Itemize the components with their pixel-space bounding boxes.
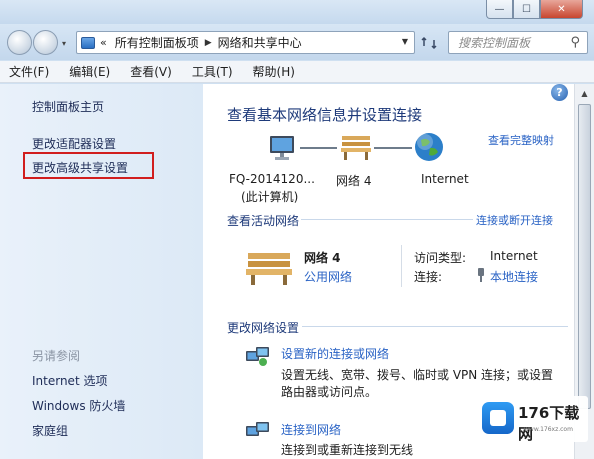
address-bar[interactable]: « 所有控制面板项 ▶ 网络和共享中心 ▼ bbox=[76, 31, 415, 54]
windows-firewall-link[interactable]: Windows 防火墙 bbox=[32, 397, 125, 414]
see-also-heading: 另请参阅 bbox=[32, 349, 81, 363]
watermark-logo-icon bbox=[482, 402, 514, 434]
maximize-button[interactable]: ☐ bbox=[513, 0, 540, 19]
active-network-divider bbox=[401, 245, 402, 287]
public-network-link[interactable]: 公用网络 bbox=[304, 268, 352, 285]
navigation-bar: ▾ « 所有控制面板项 ▶ 网络和共享中心 ▼ 搜索控制面板 ⚲ bbox=[0, 24, 594, 60]
back-button[interactable] bbox=[7, 30, 32, 55]
menu-help[interactable]: 帮助(H) bbox=[250, 61, 298, 82]
page-title: 查看基本网络信息并设置连接 bbox=[227, 106, 423, 124]
link-line-computer-network bbox=[300, 147, 337, 149]
access-type-value: Internet bbox=[490, 249, 538, 263]
homegroup-link[interactable]: 家庭组 bbox=[32, 422, 68, 439]
menu-bar: 文件(F) 编辑(E) 查看(V) 工具(T) 帮助(H) bbox=[0, 61, 594, 83]
ethernet-plug-icon bbox=[478, 268, 484, 282]
title-bar: — ☐ ✕ bbox=[0, 0, 594, 24]
window-controls: — ☐ ✕ bbox=[486, 0, 583, 19]
refresh-button[interactable] bbox=[418, 32, 442, 53]
connect-disconnect-link[interactable]: 连接或断开连接 bbox=[476, 212, 553, 228]
internet-options-link[interactable]: Internet 选项 bbox=[32, 372, 107, 389]
internet-map-label: Internet bbox=[421, 172, 469, 186]
setup-description-line1: 设置无线、宽带、拨号、临时或 VPN 连接；或设置 bbox=[281, 368, 554, 382]
address-dropdown-icon[interactable]: ▼ bbox=[402, 37, 408, 46]
change-advanced-sharing-link[interactable]: 更改高级共享设置 bbox=[32, 159, 128, 176]
watermark-name: 176下载网 bbox=[518, 404, 580, 443]
network-setup-icon bbox=[246, 347, 269, 366]
network-map-label: 网络 4 bbox=[336, 174, 372, 188]
internet-globe-icon bbox=[415, 133, 443, 161]
change-settings-heading: 更改网络设置 bbox=[227, 321, 300, 335]
menu-edit[interactable]: 编辑(E) bbox=[66, 61, 113, 82]
control-panel-home-link[interactable]: 控制面板主页 bbox=[32, 98, 104, 115]
scroll-up-icon[interactable]: ▲ bbox=[577, 86, 592, 101]
computer-name-label: FQ-2014120... bbox=[229, 172, 315, 186]
access-type-label: 访问类型: bbox=[414, 251, 467, 265]
menu-tools[interactable]: 工具(T) bbox=[189, 61, 236, 82]
search-placeholder: 搜索控制面板 bbox=[458, 36, 531, 50]
menu-file[interactable]: 文件(F) bbox=[6, 61, 52, 82]
refresh-icon bbox=[421, 36, 437, 49]
help-icon[interactable]: ? bbox=[551, 84, 568, 101]
breadcrumb-network-center[interactable]: 网络和共享中心 bbox=[218, 34, 302, 51]
breadcrumb-overflow[interactable]: « bbox=[100, 36, 107, 49]
search-input[interactable]: 搜索控制面板 ⚲ bbox=[448, 31, 588, 54]
connect-to-network-link[interactable]: 连接到网络 bbox=[281, 421, 341, 438]
recent-pages-dropdown[interactable]: ▾ bbox=[62, 39, 70, 48]
menu-view[interactable]: 查看(V) bbox=[127, 61, 175, 82]
breadcrumb-all-items[interactable]: 所有控制面板项 bbox=[115, 34, 199, 51]
link-line-network-internet bbox=[374, 147, 412, 149]
search-icon[interactable]: ⚲ bbox=[570, 35, 580, 50]
local-connection-link[interactable]: 本地连接 bbox=[490, 268, 538, 285]
network-type-icon[interactable] bbox=[244, 246, 294, 286]
connection-label: 连接: bbox=[414, 270, 443, 284]
setup-new-connection-link[interactable]: 设置新的连接或网络 bbox=[281, 345, 389, 362]
active-network-name: 网络 4 bbox=[304, 251, 341, 265]
connect-network-icon bbox=[246, 422, 269, 436]
close-button[interactable]: ✕ bbox=[540, 0, 583, 19]
watermark-badge: 176下载网 www.176xz.com bbox=[472, 396, 588, 443]
this-computer-label: (此计算机) bbox=[241, 190, 299, 204]
watermark-url: www.176xz.com bbox=[524, 426, 573, 433]
breadcrumb-separator-icon[interactable]: ▶ bbox=[205, 38, 212, 48]
bench-network-icon bbox=[341, 136, 371, 160]
section-divider bbox=[302, 326, 568, 327]
setup-description-line2: 路由器或访问点。 bbox=[281, 385, 378, 399]
minimize-button[interactable]: — bbox=[486, 0, 513, 19]
control-panel-icon bbox=[81, 36, 95, 49]
change-adapter-settings-link[interactable]: 更改适配器设置 bbox=[32, 135, 116, 152]
view-full-map-link[interactable]: 查看完整映射 bbox=[488, 132, 554, 148]
connect-description: 连接到或重新连接到无线 bbox=[281, 443, 414, 457]
forward-button[interactable] bbox=[33, 30, 58, 55]
section-divider bbox=[301, 219, 473, 220]
computer-icon bbox=[270, 136, 294, 160]
active-networks-heading: 查看活动网络 bbox=[227, 214, 300, 228]
scrollbar-thumb[interactable] bbox=[578, 104, 591, 409]
